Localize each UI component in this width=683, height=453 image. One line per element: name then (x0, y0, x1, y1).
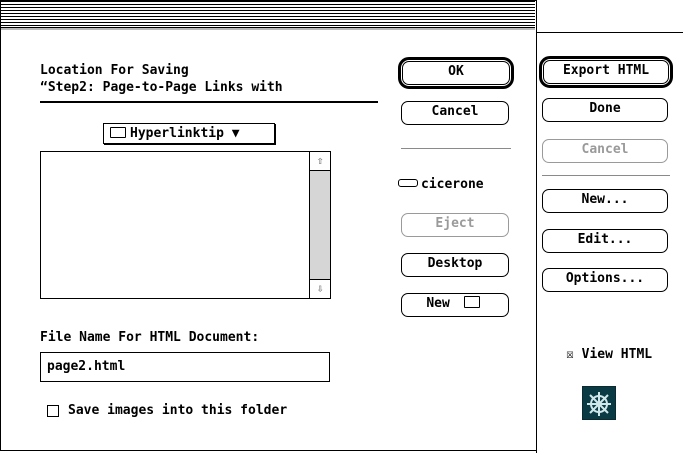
palette-top-rule (537, 32, 683, 33)
location-label: Location For Saving (40, 63, 189, 78)
folder-popup-label: Hyperlinktip ▼ (130, 126, 240, 141)
file-name-field[interactable]: page2.html (40, 352, 330, 382)
scroll-up-icon[interactable]: ⇧ (310, 152, 330, 171)
ship-wheel-glyph (587, 392, 611, 416)
desktop-button[interactable]: Desktop (401, 253, 509, 277)
disk-icon (398, 179, 418, 187)
button-separator (401, 148, 511, 149)
options-button[interactable]: Options... (542, 268, 668, 292)
cancel-button[interactable]: Cancel (401, 101, 509, 125)
dialog-title-bar[interactable] (1, 1, 535, 28)
file-name-label: File Name For HTML Document: (40, 330, 260, 345)
scroll-down-icon[interactable]: ⇩ (310, 279, 330, 298)
ok-button[interactable]: OK (402, 61, 510, 85)
palette-cancel-button[interactable]: Cancel (542, 139, 668, 163)
location-underline (40, 101, 378, 103)
folder-icon (110, 127, 126, 138)
new-folder-label: New (426, 296, 450, 311)
title-bar-shadow (1, 28, 535, 30)
eject-button[interactable]: Eject (401, 213, 509, 237)
palette-separator (542, 175, 670, 176)
save-images-checkbox[interactable] (47, 405, 59, 417)
done-button[interactable]: Done (542, 98, 668, 122)
folder-popup-menu[interactable]: Hyperlinktip ▼ (103, 123, 275, 144)
new-folder-icon (463, 296, 480, 308)
view-html-checkbox-icon[interactable]: ☒ (566, 347, 574, 362)
window-divider (536, 0, 537, 453)
edit-button[interactable]: Edit... (542, 229, 668, 253)
save-images-label: Save images into this folder (68, 403, 288, 418)
export-html-button[interactable]: Export HTML (543, 60, 669, 84)
new-button[interactable]: New... (542, 189, 668, 213)
disk-name-label: cicerone (421, 177, 484, 192)
view-html-toggle[interactable]: ☒ View HTML (566, 347, 652, 362)
view-html-label: View HTML (581, 347, 653, 362)
location-path: “Step2: Page-to-Page Links with (40, 80, 283, 95)
disk-name: cicerone (398, 177, 484, 192)
new-folder-button[interactable]: New (401, 293, 509, 317)
file-list-scrollbar[interactable]: ⇧ ⇩ (309, 152, 330, 298)
file-list[interactable] (40, 151, 331, 299)
file-name-value: page2.html (47, 359, 126, 374)
ship-wheel-icon[interactable] (582, 386, 616, 420)
